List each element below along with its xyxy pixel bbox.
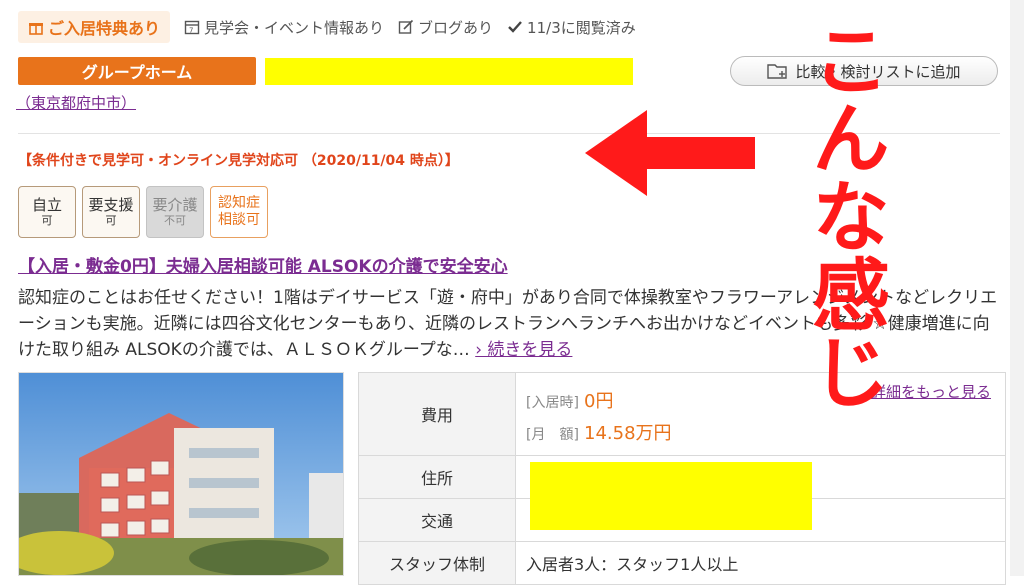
read-more-link[interactable]: › 続きを見る	[475, 340, 572, 360]
care-level-independent: 自立 可	[18, 186, 76, 238]
table-label-fee: 費用	[358, 372, 516, 456]
facility-name-redaction	[265, 58, 633, 85]
facility-photo[interactable]	[18, 372, 344, 576]
care-level-status: 不可	[164, 214, 186, 228]
calendar-icon: 7	[184, 19, 200, 35]
care-level-status: 可	[105, 214, 117, 228]
address-redaction	[530, 462, 812, 530]
red-arrow-annotation	[585, 110, 755, 196]
table-label-staff: スタッフ体制	[358, 541, 516, 585]
table-row: スタッフ体制 入居者3人：スタッフ1人以上	[358, 541, 1006, 585]
svg-text:7: 7	[189, 27, 193, 35]
fee-cell: 詳細をもっと見る [入居時] 0円 [月 額] 14.58万円	[515, 372, 1006, 456]
care-level-label: 要介護	[152, 196, 198, 215]
move-in-fee-value: 0円	[584, 391, 614, 412]
table-row: 費用 詳細をもっと見る [入居時] 0円 [月 額] 14.58万円	[358, 372, 1006, 456]
blog-label: ブログあり	[418, 18, 494, 37]
special-offer-label: ご入居特典あり	[48, 19, 161, 38]
monthly-fee-label: [月 額]	[526, 427, 579, 443]
monthly-fee-value: 14.58万円	[584, 423, 672, 444]
facility-type-badge: グループホーム	[18, 57, 256, 85]
special-offer-tag[interactable]: ご入居特典あり	[18, 11, 171, 43]
viewed-tag: 11/3に閲覧済み	[507, 17, 636, 38]
care-level-status: 可	[41, 214, 53, 228]
care-level-list: 自立 可 要支援 可 要介護 不可 認知症 相談可	[18, 186, 268, 238]
care-level-label: 認知症	[218, 195, 260, 212]
tour-tag[interactable]: 7 見学会・イベント情報あり	[184, 17, 384, 38]
tour-label: 見学会・イベント情報あり	[204, 18, 385, 37]
right-edge-strip	[1010, 0, 1024, 576]
care-level-status: 相談可	[218, 212, 260, 228]
gift-icon	[28, 19, 44, 35]
table-label-access: 交通	[358, 498, 516, 542]
viewed-label: 11/3に閲覧済み	[527, 18, 636, 37]
care-level-support: 要支援 可	[82, 186, 140, 238]
care-level-label: 要支援	[88, 196, 134, 215]
visit-condition-notice: 【条件付きで見学可・オンライン見学対応可 （2020/11/04 時点）】	[18, 153, 459, 169]
move-in-fee-label: [入居時]	[526, 395, 579, 411]
care-level-dementia: 認知症 相談可	[210, 186, 268, 238]
edit-icon	[398, 19, 414, 35]
care-level-nursing: 要介護 不可	[146, 186, 204, 238]
table-label-address: 住所	[358, 455, 516, 499]
care-level-label: 自立	[31, 196, 62, 215]
facility-headline-link[interactable]: 【入居・敷金0円】夫婦入居相談可能 ALSOKの介護で安全安心	[18, 252, 508, 277]
facility-location-link[interactable]: （東京都府中市）	[16, 92, 136, 113]
blog-tag[interactable]: ブログあり	[398, 17, 493, 38]
checkmark-icon	[507, 19, 523, 35]
handwritten-overlay-caption: こんな感じ	[799, 20, 889, 410]
staff-cell: 入居者3人：スタッフ1人以上	[515, 541, 1006, 585]
folder-plus-icon	[767, 62, 789, 80]
feature-tag-bar: ご入居特典あり 7 見学会・イベント情報あり ブログあり 11/3に閲覧済み	[18, 11, 636, 43]
